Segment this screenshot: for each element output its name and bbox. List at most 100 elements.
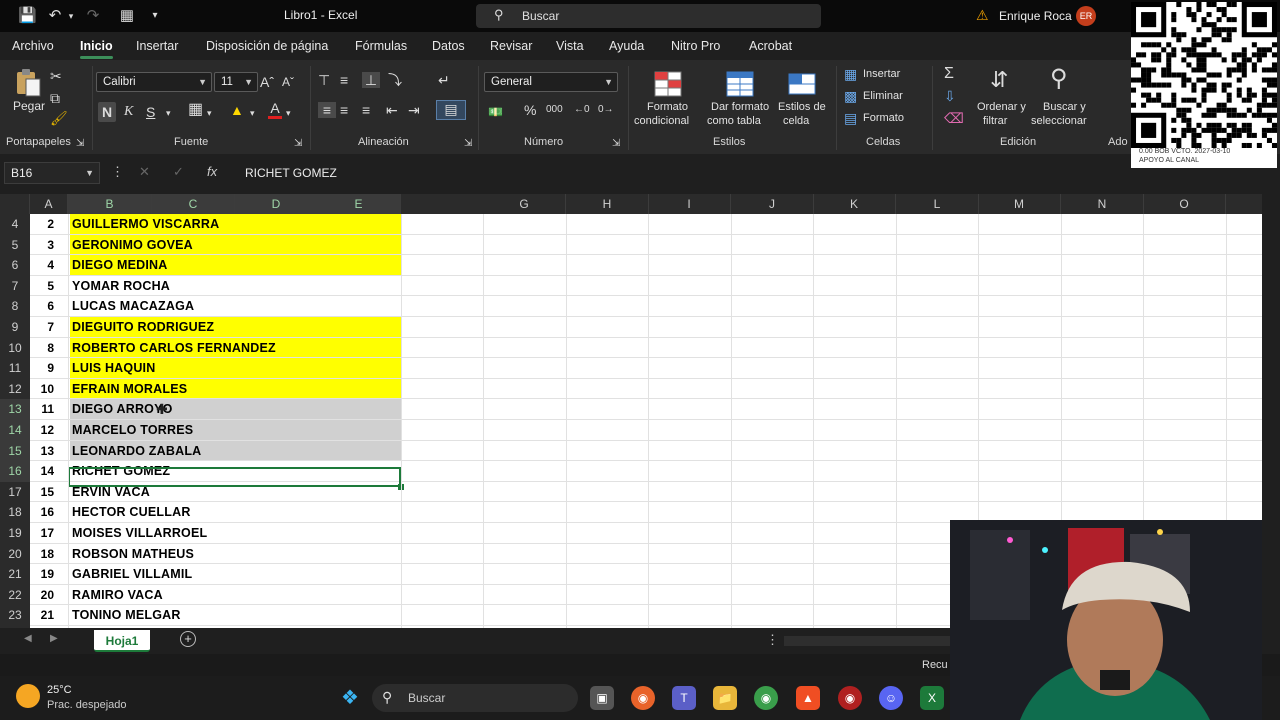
table-format-label-2[interactable]: como tabla: [707, 114, 761, 128]
tab-vista[interactable]: Vista: [556, 39, 584, 53]
column-header[interactable]: G: [483, 194, 566, 214]
more-icon[interactable]: ⋮: [111, 164, 124, 180]
paste-icon[interactable]: [12, 66, 44, 98]
cell-styles-icon[interactable]: [786, 68, 818, 100]
orientation-icon[interactable]: ⤵: [388, 72, 402, 88]
borders-dropdown-icon[interactable]: ▾: [207, 105, 212, 121]
cell-name[interactable]: TONINO MELGAR: [70, 605, 401, 625]
cell-name[interactable]: EFRAIN MORALES: [70, 378, 401, 399]
row-header[interactable]: 19: [0, 523, 30, 544]
column-header[interactable]: O: [1143, 194, 1226, 214]
column-header[interactable]: M: [978, 194, 1061, 214]
quick-access-customize-icon[interactable]: ▾: [146, 7, 164, 25]
tab-nitro-pro[interactable]: Nitro Pro: [671, 39, 720, 53]
paste-label[interactable]: Pegar: [13, 99, 45, 113]
decrease-indent-icon[interactable]: ⇤: [386, 102, 398, 118]
cell-number[interactable]: 5: [30, 276, 67, 296]
cell-name[interactable]: MOISES VILLARROEL: [70, 523, 401, 543]
cell-name[interactable]: LUCAS MACAZAGA: [70, 296, 401, 316]
column-header[interactable]: C: [152, 194, 235, 214]
cell-number[interactable]: 20: [30, 585, 67, 605]
insert-cells-icon[interactable]: ▦: [844, 66, 857, 82]
tab-inicio[interactable]: Inicio: [80, 39, 113, 59]
row-header[interactable]: 22: [0, 585, 30, 606]
number-launcher-icon[interactable]: ⇲: [612, 136, 620, 152]
more-icon[interactable]: ⋮: [766, 632, 779, 648]
bold-icon[interactable]: N: [98, 102, 116, 122]
decrease-font-icon[interactable]: Aˇ: [282, 74, 294, 90]
discord-icon[interactable]: ☺: [879, 686, 903, 710]
cell-styles-label-2[interactable]: celda: [783, 114, 809, 128]
increase-decimal-icon[interactable]: ←0: [574, 102, 590, 118]
cell-name[interactable]: DIEGUITO RODRIGUEZ: [70, 317, 401, 337]
row-header[interactable]: 10: [0, 338, 30, 359]
delete-cells-icon[interactable]: ▩: [844, 88, 857, 104]
add-sheet-icon[interactable]: +: [180, 631, 196, 647]
increase-indent-icon[interactable]: ⇥: [408, 102, 420, 118]
table-format-label-1[interactable]: Dar formato: [711, 100, 769, 114]
cell-number[interactable]: 13: [30, 441, 67, 461]
format-as-table-icon[interactable]: [724, 68, 756, 100]
horizontal-scrollbar[interactable]: [784, 636, 950, 646]
increase-font-icon[interactable]: Aˆ: [260, 74, 274, 90]
format-painter-icon[interactable]: 🖌: [50, 110, 68, 126]
cell-name[interactable]: DIEGO ARROYO: [70, 399, 401, 419]
column-header[interactable]: K: [813, 194, 896, 214]
prev-sheet-icon[interactable]: ◀: [24, 633, 32, 644]
row-header[interactable]: 8: [0, 296, 30, 317]
conditional-format-icon[interactable]: [652, 68, 684, 100]
cell-number[interactable]: 21: [30, 605, 67, 625]
cell-number[interactable]: 14: [30, 461, 67, 481]
sheet-tab-hoja1[interactable]: Hoja1: [94, 630, 150, 652]
cell-styles-label-1[interactable]: Estilos de: [778, 100, 826, 114]
cancel-icon[interactable]: ✕: [139, 164, 150, 180]
font-launcher-icon[interactable]: ⇲: [294, 136, 302, 152]
underline-dropdown-icon[interactable]: ▾: [166, 105, 171, 121]
next-sheet-icon[interactable]: ▶: [50, 633, 58, 644]
taskbar-search[interactable]: ⚲ Buscar: [372, 684, 578, 712]
cell-number[interactable]: 17: [30, 523, 67, 543]
undo-dropdown-icon[interactable]: ▾: [62, 7, 80, 25]
cell-number[interactable]: 19: [30, 564, 67, 584]
align-center-icon[interactable]: ≡: [340, 102, 348, 118]
name-box[interactable]: B16 ▼: [4, 162, 100, 184]
tab-datos[interactable]: Datos: [432, 39, 465, 53]
brave-icon[interactable]: ▲: [796, 686, 820, 710]
wrap-text-icon[interactable]: ↵: [438, 72, 450, 88]
cell-number[interactable]: 11: [30, 399, 67, 419]
app-icon[interactable]: ◉: [838, 686, 862, 710]
column-header[interactable]: J: [731, 194, 814, 214]
copy-icon[interactable]: ⧉: [50, 90, 60, 106]
cell-number[interactable]: 8: [30, 338, 67, 358]
fill-color-dropdown-icon[interactable]: ▾: [250, 105, 255, 121]
row-header[interactable]: 9: [0, 317, 30, 338]
cell-number[interactable]: 7: [30, 317, 67, 337]
row-header[interactable]: 12: [0, 379, 30, 400]
warning-icon[interactable]: ⚠: [976, 7, 992, 23]
form-icon[interactable]: ▦: [118, 7, 136, 25]
cell-number[interactable]: 2: [30, 214, 67, 234]
percent-icon[interactable]: %: [524, 102, 536, 118]
font-size-select[interactable]: 11 ▼: [214, 72, 258, 92]
find-select-label-1[interactable]: Buscar y: [1043, 100, 1086, 114]
cut-icon[interactable]: ✂: [50, 68, 62, 84]
cond-format-label-2[interactable]: condicional: [634, 114, 689, 128]
cell-number[interactable]: 18: [30, 544, 67, 564]
decrease-decimal-icon[interactable]: 0→: [598, 102, 614, 118]
underline-icon[interactable]: S: [146, 104, 155, 120]
cell-number[interactable]: 10: [30, 379, 67, 399]
format-label[interactable]: Formato: [863, 111, 904, 125]
row-header[interactable]: 13: [0, 399, 30, 420]
weather-temp[interactable]: 25°C: [47, 684, 72, 696]
align-left-icon[interactable]: ≡: [318, 102, 336, 118]
row-header[interactable]: 21: [0, 564, 30, 585]
row-header[interactable]: 20: [0, 544, 30, 565]
cell-name[interactable]: ROBERTO CARLOS FERNANDEZ: [70, 337, 401, 358]
row-header[interactable]: 6: [0, 255, 30, 276]
firefox-icon[interactable]: ◉: [631, 686, 655, 710]
cell-name[interactable]: ROBSON MATHEUS: [70, 544, 401, 564]
tab-acrobat[interactable]: Acrobat: [749, 39, 792, 53]
column-header[interactable]: B: [68, 194, 152, 214]
align-top-icon[interactable]: ⊤: [318, 72, 330, 88]
alignment-launcher-icon[interactable]: ⇲: [464, 136, 472, 152]
